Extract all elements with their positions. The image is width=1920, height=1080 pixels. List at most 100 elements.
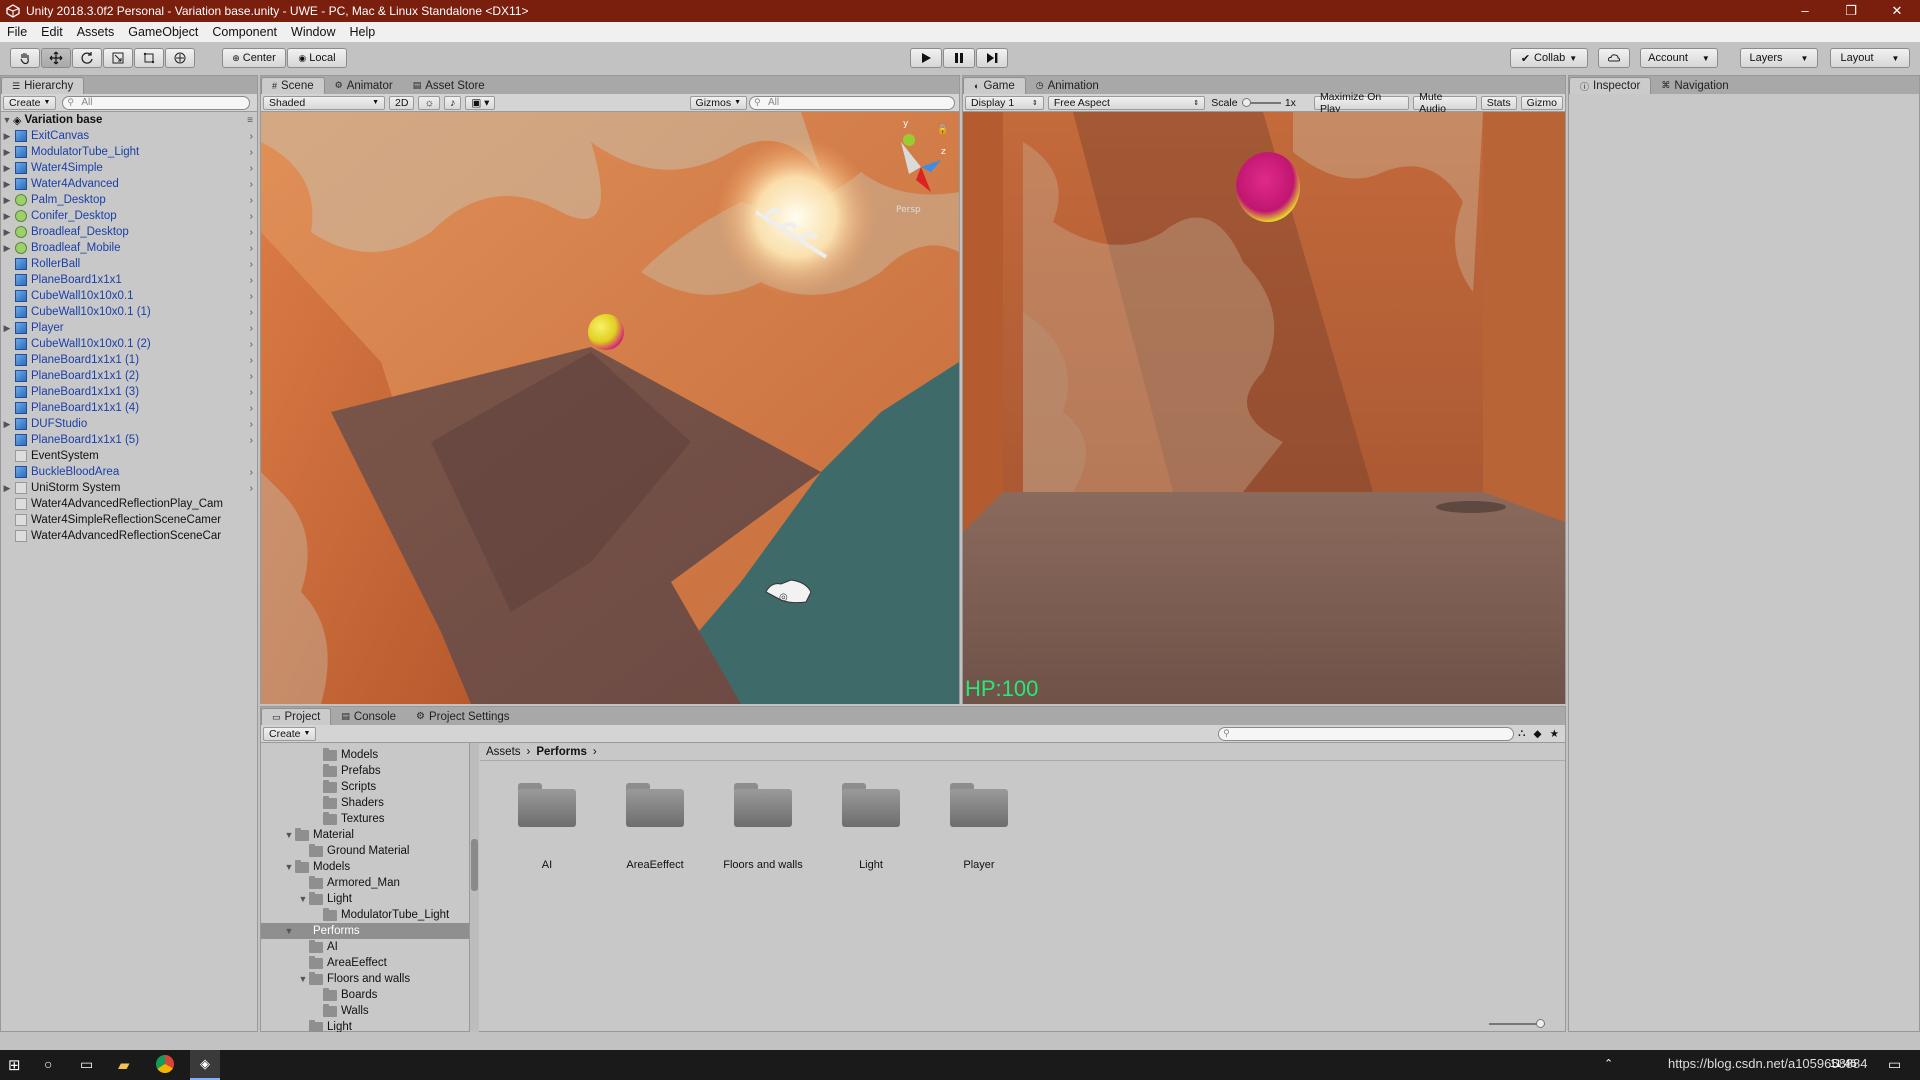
folder-label[interactable]: AreaEeffect: [605, 859, 705, 871]
chevron-right-icon[interactable]: ›: [250, 147, 253, 158]
play-button[interactable]: [910, 48, 942, 68]
scale-slider-thumb[interactable]: [1241, 97, 1251, 107]
folder-icon[interactable]: [518, 783, 576, 827]
project-tree-item[interactable]: Scripts: [261, 779, 469, 795]
maximize-on-play-toggle[interactable]: Maximize On Play: [1313, 91, 1410, 115]
shading-mode-dropdown[interactable]: Shaded ▼: [263, 95, 385, 110]
project-tree-item[interactable]: ▼ Material: [261, 827, 469, 843]
rotate-tool-button[interactable]: [72, 48, 102, 68]
tab-animation[interactable]: ◷ Animation: [1026, 77, 1109, 94]
breadcrumb-performs[interactable]: Performs: [536, 746, 587, 758]
display-dropdown[interactable]: Display 1 ⇕: [965, 95, 1044, 110]
expand-arrow-icon[interactable]: ▶: [1, 227, 13, 238]
step-button[interactable]: [976, 48, 1008, 68]
expand-arrow-icon[interactable]: ▼: [1, 115, 13, 125]
project-tree-item[interactable]: AreaEeffect: [261, 955, 469, 971]
hierarchy-item[interactable]: ▶ ModulatorTube_Light ›: [1, 144, 257, 160]
pause-button[interactable]: [943, 48, 975, 68]
chevron-right-icon[interactable]: ›: [250, 179, 253, 190]
hierarchy-item[interactable]: Water4SimpleReflectionSceneCamer: [1, 512, 257, 528]
hierarchy-item[interactable]: ▶ Player ›: [1, 320, 257, 336]
chevron-right-icon[interactable]: ›: [250, 243, 253, 254]
layers-dropdown[interactable]: Layers ▼: [1740, 48, 1818, 68]
expand-arrow-icon[interactable]: ▶: [1, 131, 13, 142]
chevron-right-icon[interactable]: ›: [250, 355, 253, 366]
tab-hierarchy[interactable]: ☰ Hierarchy: [1, 77, 85, 94]
chevron-right-icon[interactable]: ›: [250, 467, 253, 478]
chevron-right-icon[interactable]: ›: [250, 259, 253, 270]
project-tree-item[interactable]: ModulatorTube_Light: [261, 907, 469, 923]
collapse-arrow-icon[interactable]: ▼: [283, 830, 295, 840]
lighting-toggle-icon[interactable]: ☼: [418, 95, 441, 110]
chevron-right-icon[interactable]: ›: [250, 163, 253, 174]
chevron-right-icon[interactable]: ›: [250, 371, 253, 382]
project-tree-item[interactable]: Textures: [261, 811, 469, 827]
scene-viewport[interactable]: ◎ y z Persp 🔒: [261, 112, 959, 704]
tab-animator[interactable]: ⚙ Animator: [325, 77, 403, 94]
hierarchy-item[interactable]: EventSystem: [1, 448, 257, 464]
folder-icon[interactable]: [950, 783, 1008, 827]
layout-dropdown[interactable]: Layout ▼: [1830, 48, 1910, 68]
hierarchy-item[interactable]: ▶ Broadleaf_Desktop ›: [1, 224, 257, 240]
hierarchy-item[interactable]: Water4AdvancedReflectionSceneCar: [1, 528, 257, 544]
hierarchy-item[interactable]: ▶ ExitCanvas ›: [1, 128, 257, 144]
chevron-right-icon[interactable]: ›: [250, 275, 253, 286]
hierarchy-item[interactable]: PlaneBoard1x1x1 (5) ›: [1, 432, 257, 448]
scene-root-row[interactable]: ▼ ◈ Variation base ≡: [1, 112, 257, 128]
hierarchy-item[interactable]: PlaneBoard1x1x1 (4) ›: [1, 400, 257, 416]
hierarchy-item[interactable]: ▶ UniStorm System ›: [1, 480, 257, 496]
hierarchy-item[interactable]: ▶ DUFStudio ›: [1, 416, 257, 432]
project-tree-item[interactable]: Models: [261, 747, 469, 763]
tab-project-settings[interactable]: ⚙ Project Settings: [406, 708, 520, 725]
project-tree-item[interactable]: Ground Material: [261, 843, 469, 859]
gizmos-dropdown[interactable]: Gizmos ▼: [689, 95, 747, 110]
toggle-2d-button[interactable]: 2D: [389, 95, 415, 110]
menu-icon[interactable]: ≡: [247, 115, 253, 126]
hierarchy-item[interactable]: ▶ Conifer_Desktop ›: [1, 208, 257, 224]
chevron-right-icon[interactable]: ›: [250, 387, 253, 398]
expand-arrow-icon[interactable]: ▶: [1, 323, 13, 334]
expand-arrow-icon[interactable]: ▶: [1, 163, 13, 174]
pivot-center-button[interactable]: ⊕ Center: [222, 48, 286, 68]
chevron-right-icon[interactable]: ›: [250, 211, 253, 222]
project-tree-item[interactable]: ▼ Performs: [261, 923, 469, 939]
project-tree-item[interactable]: Armored_Man: [261, 875, 469, 891]
hierarchy-item[interactable]: BuckleBloodArea ›: [1, 464, 257, 480]
menu-help[interactable]: Help: [342, 25, 382, 39]
rect-tool-button[interactable]: [134, 48, 164, 68]
chevron-right-icon[interactable]: ›: [250, 419, 253, 430]
expand-arrow-icon[interactable]: ▶: [1, 179, 13, 190]
hierarchy-item[interactable]: PlaneBoard1x1x1 (1) ›: [1, 352, 257, 368]
chrome-icon[interactable]: [156, 1055, 174, 1073]
notification-icon[interactable]: ▭: [1888, 1056, 1901, 1073]
hierarchy-item[interactable]: CubeWall10x10x0.1 (1) ›: [1, 304, 257, 320]
close-icon[interactable]: ✕: [1874, 3, 1920, 19]
tab-inspector[interactable]: ⓘ Inspector: [1569, 77, 1652, 94]
chevron-right-icon[interactable]: ›: [250, 483, 253, 494]
tab-project[interactable]: ▭ Project: [261, 708, 332, 725]
folder-label[interactable]: AI: [497, 859, 597, 871]
folder-icon[interactable]: [842, 783, 900, 827]
chevron-right-icon[interactable]: ›: [250, 403, 253, 414]
stats-toggle[interactable]: Stats: [1480, 95, 1517, 110]
project-tree-item[interactable]: Light: [261, 1019, 469, 1032]
search-icon[interactable]: ○: [44, 1056, 52, 1072]
project-tree-item[interactable]: ▼ Light: [261, 891, 469, 907]
hierarchy-item[interactable]: ▶ Water4Simple ›: [1, 160, 257, 176]
collapse-arrow-icon[interactable]: ▼: [297, 894, 309, 904]
zoom-slider[interactable]: [1489, 1019, 1545, 1028]
hierarchy-create-button[interactable]: Create ▼: [3, 95, 57, 110]
project-create-button[interactable]: Create ▼: [263, 726, 317, 741]
minimize-icon[interactable]: –: [1782, 3, 1828, 19]
folder-label[interactable]: Floors and walls: [713, 859, 813, 871]
expand-arrow-icon[interactable]: ▶: [1, 147, 13, 158]
hierarchy-item[interactable]: Water4AdvancedReflectionPlay_Cam: [1, 496, 257, 512]
pivot-local-button[interactable]: ◉ Local: [287, 48, 347, 68]
menu-assets[interactable]: Assets: [70, 25, 122, 39]
chevron-right-icon[interactable]: ›: [250, 435, 253, 446]
folder-label[interactable]: Player: [929, 859, 1029, 871]
expand-arrow-icon[interactable]: ▶: [1, 419, 13, 430]
lock-icon[interactable]: 🔒: [937, 124, 948, 135]
project-tree-item[interactable]: Boards: [261, 987, 469, 1003]
file-explorer-icon[interactable]: ▰: [118, 1056, 130, 1074]
